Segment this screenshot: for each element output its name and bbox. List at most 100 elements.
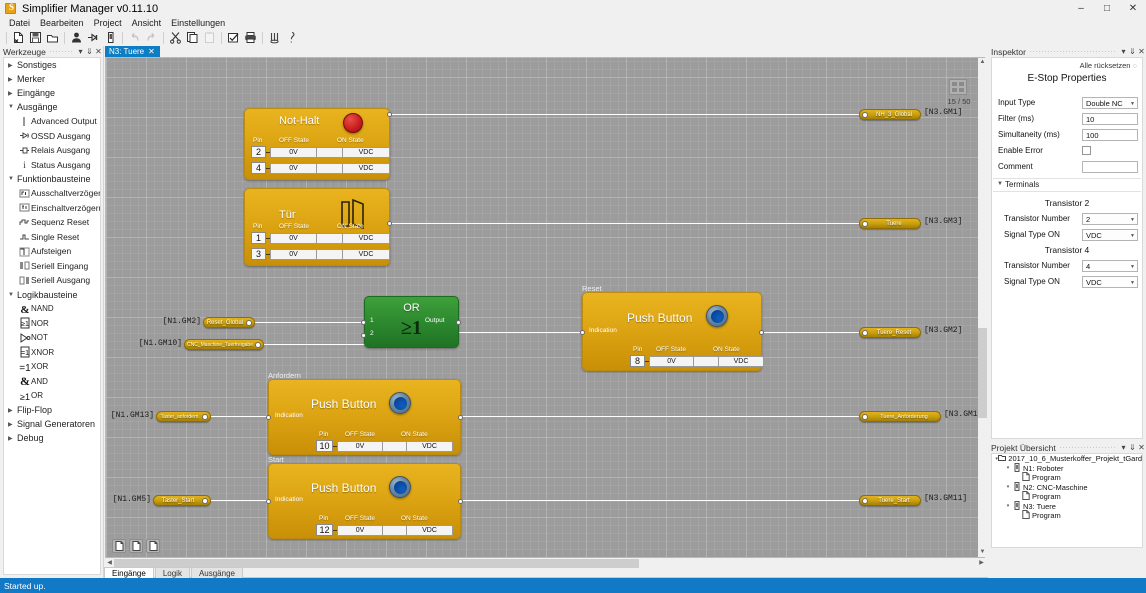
open-folder-icon[interactable] <box>45 30 60 45</box>
minimize-button[interactable]: – <box>1068 0 1094 17</box>
print-icon[interactable] <box>243 30 258 45</box>
estop-pin-number[interactable]: 4 <box>251 162 266 174</box>
tools-item-nor[interactable]: ≥1 NOR <box>4 316 100 331</box>
block-push-button-reset[interactable]: Push Button Indication Pin OFF State ON … <box>580 292 764 371</box>
tools-group-ausg-nge[interactable]: ▼ Ausgänge <box>4 100 100 114</box>
copy-icon[interactable] <box>185 30 200 45</box>
tools-group-eing-nge[interactable]: ▶ Eingänge <box>4 86 100 100</box>
tab-ausgange[interactable]: Ausgänge <box>190 567 243 578</box>
estop-off-state[interactable]: 0V <box>270 162 317 174</box>
tools-item-status-ausgang[interactable]: i Status Ausgang <box>4 158 100 173</box>
undo-icon[interactable] <box>127 30 142 45</box>
input-tag-port[interactable] <box>255 341 261 348</box>
document-tab-n3-tuere[interactable]: N3: Tuere ✕ <box>105 46 160 57</box>
input-tag-taster-start[interactable]: Taster_Start <box>153 495 211 506</box>
tools-group-flip-flop[interactable]: ▶ Flip-Flop <box>4 403 100 417</box>
estop-output-port[interactable] <box>387 112 392 117</box>
chevron-down-icon[interactable]: ▼ <box>1130 262 1135 273</box>
page-button-3[interactable] <box>146 539 160 553</box>
tools-group-signal-generatoren[interactable]: ▶ Signal Generatoren <box>4 417 100 431</box>
door-on-state[interactable]: VDC <box>343 232 390 244</box>
door-mid-state[interactable] <box>317 248 343 260</box>
estop-pin-number[interactable]: 2 <box>251 146 266 158</box>
input-tag-port[interactable] <box>202 413 208 420</box>
check-box-icon[interactable] <box>226 30 241 45</box>
tools-item-sequenz-reset[interactable]: Sequenz Reset <box>4 215 100 230</box>
simulate-icon[interactable] <box>267 30 282 45</box>
page-button-1[interactable] <box>112 539 126 553</box>
tools-item-or[interactable]: ≥1 OR <box>4 389 100 404</box>
transistor-4-number-select[interactable]: 4 ▼ <box>1082 259 1138 273</box>
pb-reset-on-state[interactable]: VDC <box>719 355 764 367</box>
chevron-right-icon[interactable]: ▶ <box>8 62 17 69</box>
or-input-port-1[interactable] <box>361 320 366 325</box>
or-output-port[interactable] <box>456 320 461 325</box>
new-document-icon[interactable] <box>11 30 26 45</box>
output-tag-tuere-anforderung[interactable]: Tuere_Anforderung <box>859 411 941 422</box>
document-tab-close-icon[interactable]: ✕ <box>148 47 155 56</box>
output-tag-tuere-reset[interactable]: Tuere_Reset <box>859 327 921 338</box>
door-mid-state[interactable] <box>317 232 343 244</box>
tools-panel-dropdown-icon[interactable]: ▾ <box>76 47 85 56</box>
chevron-down-icon[interactable]: ▼ <box>1130 278 1135 289</box>
chevron-down-icon[interactable]: ▼ <box>1130 99 1135 110</box>
pb-anfordern-pin-number[interactable]: 10 <box>316 440 333 452</box>
enable-error-checkbox[interactable] <box>1082 146 1091 155</box>
comment-input[interactable] <box>1082 160 1138 173</box>
close-button[interactable]: ✕ <box>1120 0 1146 17</box>
paste-icon[interactable] <box>202 30 217 45</box>
menu-datei[interactable]: Datei <box>4 17 35 29</box>
tools-item-not[interactable]: NOT <box>4 331 100 346</box>
chevron-right-icon[interactable]: ▶ <box>8 76 17 83</box>
vertical-scroll-thumb[interactable] <box>978 328 987 418</box>
input-tag-reset-global[interactable]: Reset_Global <box>203 317 255 328</box>
tools-item-relais-ausgang[interactable]: Relais Ausgang <box>4 143 100 158</box>
diagram-canvas[interactable]: 15 / 50 Not-Halt Pin OFF State ON State … <box>106 58 984 557</box>
estop-pin-row-2[interactable]: 4 0V VDC <box>251 162 390 174</box>
connect-icon[interactable] <box>86 30 101 45</box>
user-icon[interactable] <box>69 30 84 45</box>
door-pin-row-1[interactable]: 1 0V VDC <box>251 232 390 244</box>
cut-icon[interactable] <box>168 30 183 45</box>
pb-start-on-state[interactable]: VDC <box>407 524 453 536</box>
chevron-right-icon[interactable]: ▶ <box>8 435 17 442</box>
tools-item-single-reset[interactable]: Single Reset <box>4 230 100 245</box>
block-push-button-anfordern[interactable]: Push Button Indication Pin OFF State ON … <box>266 379 463 455</box>
tools-item-einschaltverz-gerung[interactable]: Einschaltverzögerung <box>4 201 100 216</box>
transistor-2-number-select[interactable]: 2 ▼ <box>1082 212 1138 225</box>
pb-anfordern-pin-row[interactable]: 10 0V VDC <box>316 440 453 452</box>
menu-ansicht[interactable]: Ansicht <box>127 17 167 29</box>
scroll-down-icon[interactable]: ▼ <box>978 548 987 557</box>
inspector-close-icon[interactable]: ✕ <box>1137 47 1146 56</box>
block-not-halt[interactable]: Not-Halt Pin OFF State ON State 2 0V VDC… <box>244 108 392 180</box>
pb-anfordern-output-port[interactable] <box>458 415 463 420</box>
canvas-vertical-scrollbar[interactable]: ▲ ▼ <box>978 58 987 557</box>
pb-reset-output-port[interactable] <box>759 330 764 335</box>
tools-item-xor[interactable]: =1 XOR <box>4 360 100 375</box>
output-tag-tuere-start[interactable]: Tuere_Start <box>859 495 921 506</box>
tools-panel-close-icon[interactable]: ✕ <box>94 47 103 56</box>
project-node-n1-roboter[interactable]: ▾ N1: Roboter <box>992 462 1142 474</box>
block-or-gate[interactable]: OR ≥1 1 2 Output <box>361 296 461 348</box>
tools-group-merker[interactable]: ▶ Merker <box>4 72 100 86</box>
input-tag-port[interactable] <box>246 319 252 326</box>
estop-mid-state[interactable] <box>317 162 343 174</box>
pb-reset-mid-state[interactable] <box>694 355 719 367</box>
transistor-4-signal-select[interactable]: VDC ▼ <box>1082 275 1138 289</box>
menu-project[interactable]: Project <box>89 17 127 29</box>
pb-start-pin-number[interactable]: 12 <box>316 524 333 536</box>
tools-group-funktionbausteine[interactable]: ▼ Funktionbausteine <box>4 172 100 186</box>
tools-group-sonstiges[interactable]: ▶ Sonstiges <box>4 58 100 72</box>
maximize-button[interactable]: □ <box>1094 0 1120 17</box>
tools-item-and[interactable]: & AND <box>4 374 100 389</box>
pb-anfordern-indication-port[interactable] <box>266 415 271 420</box>
pb-start-mid-state[interactable] <box>383 524 407 536</box>
chevron-right-icon[interactable]: ▶ <box>8 407 17 414</box>
tab-logik[interactable]: Logik <box>154 567 190 578</box>
project-tree[interactable]: ▾ 2017_10_6_Musterkoffer_Projekt_tGard ▾ N1… <box>991 453 1143 548</box>
pb-start-pin-row[interactable]: 12 0V VDC <box>316 524 453 536</box>
project-overview-dropdown-icon[interactable]: ▾ <box>1119 443 1128 452</box>
menu-bearbeiten[interactable]: Bearbeiten <box>35 17 89 29</box>
door-off-state[interactable]: 0V <box>270 248 317 260</box>
tools-group-logikbausteine[interactable]: ▼ Logikbausteine <box>4 288 100 302</box>
